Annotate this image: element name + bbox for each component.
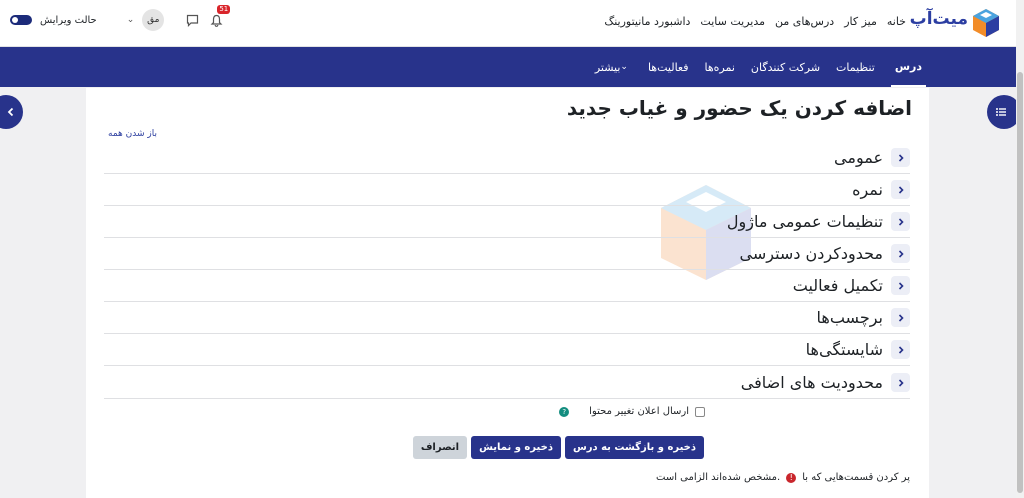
course-navigation: درس تنظیمات شرکت کنندگان نمره‌ها فعالیت‌… — [0, 47, 1016, 87]
page-title: اضافه کردن یک حضور و غیاب جدید — [566, 96, 912, 120]
tab-grades[interactable]: نمره‌ها — [705, 47, 735, 87]
main-content: اضافه کردن یک حضور و غیاب جدید باز شدن ه… — [86, 88, 929, 498]
send-notification-checkbox[interactable] — [695, 406, 705, 417]
tab-settings[interactable]: تنظیمات — [836, 47, 875, 87]
chevron-right-icon — [891, 340, 910, 359]
required-note-suffix: مشخص شده‌اند الزامی است. — [656, 472, 781, 483]
tab-more-label: بیشتر — [594, 60, 621, 74]
save-and-display-button[interactable]: ذخیره و نمایش — [471, 436, 561, 459]
section-label: محدودیت های اضافی — [740, 373, 883, 392]
section-label: نمره — [852, 180, 883, 199]
logo-text: میت‌آپ — [909, 9, 969, 29]
cancel-button[interactable]: انصراف — [412, 436, 468, 459]
required-note-prefix: پر کردن قسمت‌هایی که با — [802, 472, 910, 483]
page-scrollbar[interactable] — [1016, 0, 1024, 498]
chevron-down-icon: ⌄ — [620, 62, 628, 72]
send-notification-label: ارسال اعلان تغییر محتوا — [589, 406, 689, 417]
section-label: عمومی — [834, 148, 883, 167]
user-controls: حالت ویرایش ⌄ مق 51 — [10, 5, 231, 31]
chevron-left-icon — [7, 107, 14, 117]
required-fields-note: پر کردن قسمت‌هایی که با ! مشخص شده‌اند ا… — [656, 472, 910, 483]
chat-icon — [186, 14, 198, 27]
help-icon[interactable]: ? — [559, 406, 570, 417]
tab-activities[interactable]: فعالیت‌ها — [648, 47, 689, 87]
section-label: محدودکردن دسترسی — [739, 244, 883, 263]
notifications-button[interactable]: 51 — [208, 5, 231, 28]
user-avatar[interactable]: مق — [142, 9, 165, 31]
nav-monitoring-dashboard[interactable]: داشبورد مانیتورینگ — [604, 15, 690, 28]
tab-more[interactable]: بیشتر ⌄ — [595, 47, 632, 87]
chevron-right-icon — [891, 180, 910, 199]
chevron-right-icon — [891, 308, 910, 327]
edit-mode-label: حالت ویرایش — [40, 14, 97, 26]
section-common-module-settings[interactable]: تنظیمات عمومی ماژول — [104, 206, 910, 238]
nav-dashboard[interactable]: میز کار — [844, 15, 877, 28]
scrollbar-thumb[interactable] — [1017, 72, 1023, 493]
section-restrict-access[interactable]: محدودکردن دسترسی — [104, 238, 910, 270]
section-tags[interactable]: برچسب‌ها — [104, 302, 910, 334]
chevron-right-icon — [891, 148, 910, 167]
section-label: تنظیمات عمومی ماژول — [726, 212, 883, 231]
section-label: شایستگی‌ها — [805, 340, 883, 359]
section-grade[interactable]: نمره — [104, 174, 910, 206]
notify-row: ارسال اعلان تغییر محتوا ? — [559, 406, 705, 417]
notification-count-badge: 51 — [217, 5, 231, 14]
nav-home[interactable]: خانه — [887, 15, 906, 28]
expand-all-link[interactable]: باز شدن همه — [108, 129, 157, 139]
save-and-return-button[interactable]: ذخیره و بازگشت به درس — [564, 436, 704, 459]
chevron-right-icon — [891, 373, 910, 392]
chevron-right-icon — [891, 212, 910, 231]
section-label: برچسب‌ها — [816, 308, 883, 327]
messages-button[interactable] — [184, 12, 200, 28]
user-menu-chevron-icon[interactable]: ⌄ — [127, 15, 135, 25]
section-general[interactable]: عمومی — [104, 142, 910, 174]
open-course-index-button[interactable] — [0, 95, 23, 129]
list-icon — [996, 108, 1006, 116]
chevron-right-icon — [891, 276, 910, 295]
primary-navigation: خانه میز کار درس‌های من مدیریت سایت داشب… — [604, 15, 906, 28]
section-activity-completion[interactable]: تکمیل فعالیت — [104, 270, 910, 302]
form-buttons: ذخیره و بازگشت به درس ذخیره و نمایش انصر… — [412, 436, 704, 459]
required-icon: ! — [786, 472, 797, 483]
top-header: میت‌آپ خانه میز کار درس‌های من مدیریت سا… — [0, 0, 1016, 47]
section-extra-restrictions[interactable]: محدودیت های اضافی — [104, 367, 910, 399]
nav-my-courses[interactable]: درس‌های من — [775, 15, 834, 28]
site-logo[interactable]: میت‌آپ — [910, 7, 1002, 39]
nav-site-admin[interactable]: مدیریت سایت — [700, 15, 765, 28]
bell-icon — [210, 14, 223, 27]
tab-participants[interactable]: شرکت کنندگان — [751, 47, 820, 87]
section-label: تکمیل فعالیت — [792, 276, 883, 295]
logo-cube-icon — [973, 9, 999, 37]
tab-course[interactable]: درس — [890, 47, 926, 87]
section-competencies[interactable]: شایستگی‌ها — [104, 334, 910, 366]
chevron-right-icon — [891, 244, 910, 263]
edit-mode-toggle[interactable] — [10, 15, 32, 25]
